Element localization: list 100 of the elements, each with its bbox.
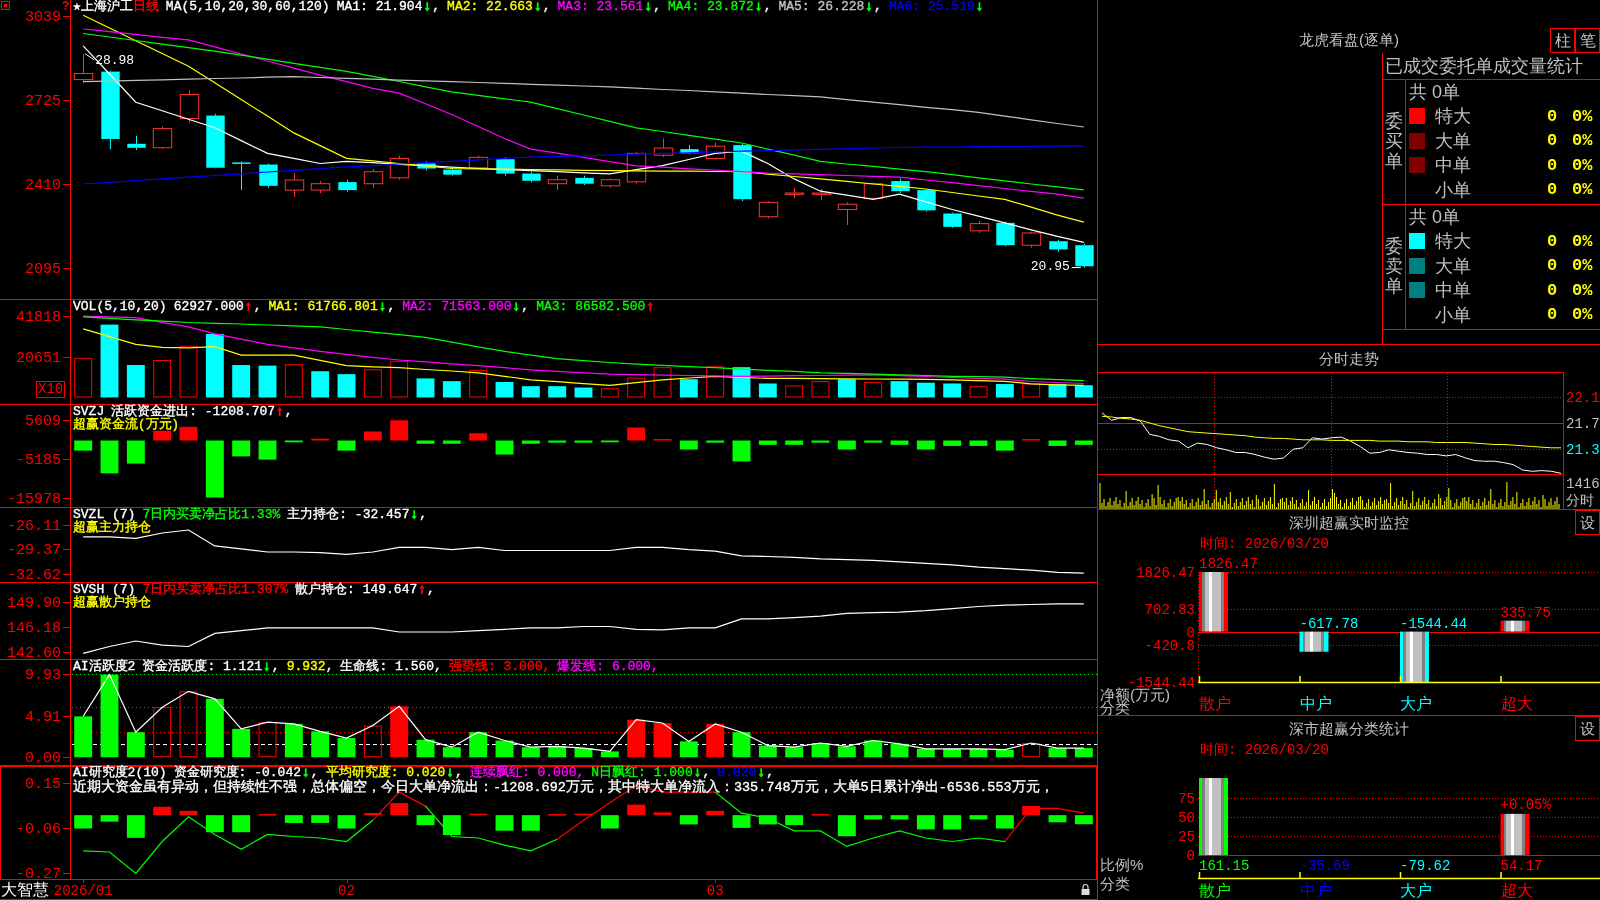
- indicator-value: 活跃资金进出: -1208.707↑,: [111, 405, 293, 418]
- view-toggle-button[interactable]: 柱: [1550, 28, 1575, 53]
- indicator-bar: [442, 381, 461, 398]
- indicator-bar: [258, 722, 277, 758]
- indicator-bar: [864, 740, 883, 758]
- indicator-bar: [627, 377, 646, 398]
- settings-button[interactable]: 设: [1575, 510, 1600, 535]
- indicator-bar: [758, 440, 777, 445]
- indicator-bar: [521, 815, 540, 831]
- indicator-bar: [74, 440, 93, 451]
- indicator-bar: [758, 383, 777, 398]
- indicator-bar: [311, 815, 330, 823]
- indicator-bar: [995, 815, 1014, 829]
- indicator-bar: [363, 431, 382, 441]
- indicator-bar: [811, 440, 830, 443]
- side-label: 委买单: [1385, 112, 1403, 172]
- indicator-bar: [943, 815, 962, 830]
- indicator-bar: [416, 739, 435, 758]
- indicator-bar: [574, 748, 593, 758]
- indicator-bar: [732, 732, 751, 758]
- indicator-bar: [469, 813, 488, 816]
- view-toggle-button[interactable]: 笔: [1575, 28, 1600, 53]
- indicator-bar: [548, 386, 567, 398]
- lock-icon[interactable]: [1081, 883, 1090, 895]
- indicator-bar: [653, 367, 672, 398]
- candlestick: [179, 90, 200, 123]
- indicator-bar: [126, 365, 145, 398]
- selection-frame[interactable]: [0, 766, 1097, 880]
- indicator-bar: [205, 815, 224, 833]
- axis-label: 22.1: [1566, 389, 1600, 406]
- order-count: 0: [1545, 131, 1559, 151]
- axis-label: 25: [1178, 828, 1195, 845]
- chart-bar: [1500, 620, 1530, 632]
- indicator-value: MA5: 26.228↓,: [778, 0, 882, 13]
- indicator-value: 生命线: 1.560,: [340, 660, 442, 673]
- indicator-bar: [179, 691, 198, 758]
- indicator-bar: [600, 751, 619, 758]
- order-type: 特大: [1435, 105, 1472, 129]
- indicator-value: MA1: 61766.801↓,: [268, 300, 396, 313]
- indicator-bar: [943, 383, 962, 398]
- axis-title: 比例%: [1100, 856, 1144, 873]
- candlestick: [389, 155, 410, 181]
- indicator-value: MA3: 23.561↓,: [557, 0, 661, 13]
- order-share: 0%: [1572, 231, 1594, 251]
- indicator-bar: [1074, 385, 1093, 398]
- category-label: 散户: [1199, 695, 1231, 712]
- indicator-bar: [153, 359, 172, 398]
- square-icon[interactable]: [1, 1, 10, 10]
- panel-title: 分时走势: [1319, 350, 1379, 367]
- indicator-bar: [363, 369, 382, 398]
- indicator-name: SVZJ: [73, 405, 105, 418]
- candlestick: [232, 160, 251, 191]
- indicator-bar: [916, 748, 935, 758]
- axis-label: 0: [1186, 848, 1195, 864]
- indicator-value: 平均研究度: 0.020↓,: [325, 766, 463, 779]
- candlestick: [758, 200, 779, 219]
- candlestick: [468, 155, 489, 170]
- indicator-bar: [363, 813, 382, 816]
- indicator-value: 主力持仓: -32.457↓,: [287, 508, 428, 521]
- order-share: 0%: [1572, 131, 1594, 151]
- indicator-bar: [706, 810, 725, 816]
- indicator-bar: [232, 365, 251, 398]
- order-total: 共 0单: [1409, 82, 1460, 102]
- indicator-bar: [706, 366, 725, 398]
- indicator-value: 7日内买卖净占比1.307%: [142, 583, 289, 596]
- indicator-bar: [969, 748, 988, 758]
- indicator-bar: [153, 707, 172, 758]
- settings-button[interactable]: 设: [1575, 716, 1600, 741]
- indicator-bar: [284, 364, 303, 398]
- indicator-bar: [995, 749, 1014, 758]
- candlestick: [600, 177, 621, 189]
- indicator-value: 62927.000↑,: [173, 300, 262, 313]
- order-total: 共 0单: [1409, 207, 1460, 227]
- axis-label: 21.7: [1566, 416, 1600, 432]
- candlestick: [363, 168, 384, 189]
- indicator-bar: [600, 815, 619, 829]
- indicator-name: AI研究度2(10): [73, 766, 167, 779]
- indicator-bar: [995, 384, 1014, 398]
- candlestick: [284, 172, 305, 198]
- chart-bar: [1500, 813, 1530, 855]
- indicator-bar: [126, 732, 145, 758]
- indicator-bar: [258, 814, 277, 816]
- axis-label: 0: [1186, 624, 1195, 641]
- indicator-bar: [627, 804, 646, 816]
- help-mark[interactable]: ?: [62, 0, 70, 13]
- indicator-value: 强势线: 3.000,: [448, 660, 551, 673]
- indicator-bar: [1074, 815, 1093, 825]
- axis-label: -15978: [7, 491, 61, 507]
- indicator-bar: [758, 815, 777, 825]
- indicator-value: MA6: 25.519↓: [888, 0, 985, 13]
- indicator-bar: [284, 440, 303, 443]
- indicator-bar: [179, 426, 198, 441]
- axis-label: 41818: [16, 309, 61, 327]
- indicator-bar: [337, 374, 356, 398]
- indicator-bar: [337, 815, 356, 829]
- chart-bar: [1299, 631, 1329, 652]
- axis-label: -26.11: [7, 517, 61, 535]
- order-share: 0%: [1572, 305, 1594, 325]
- candlestick: [891, 177, 910, 194]
- order-type: 小单: [1435, 303, 1472, 327]
